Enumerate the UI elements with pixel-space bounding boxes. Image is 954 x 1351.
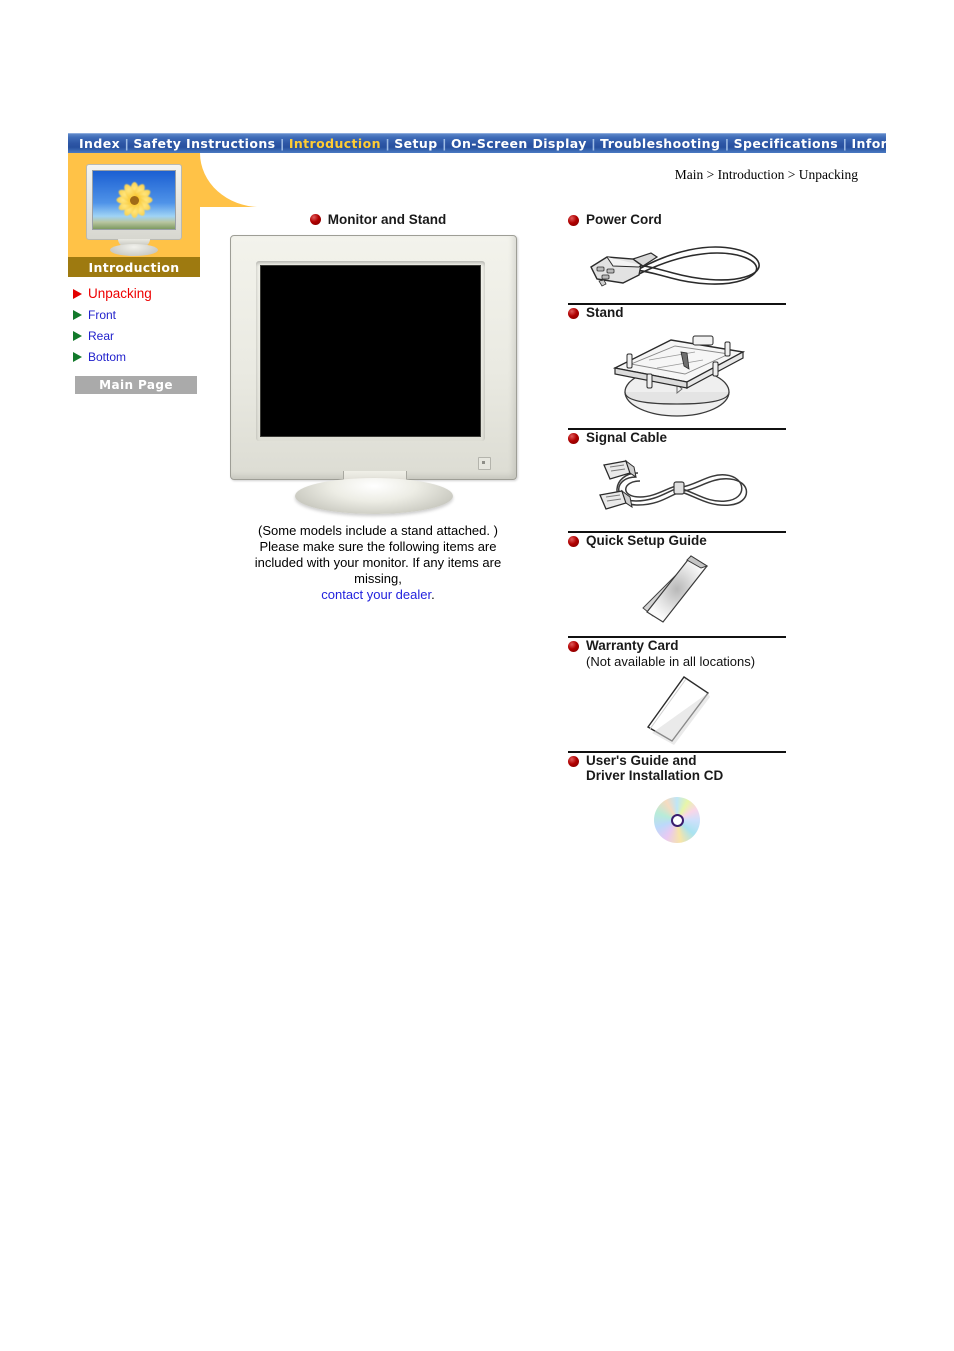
nav-item-on-screen-display[interactable]: On-Screen Display bbox=[446, 136, 592, 151]
sidebar-item-label: Bottom bbox=[88, 349, 127, 364]
unpacking-caption: (Some models include a stand attached. )… bbox=[228, 523, 528, 603]
sidebar-item-label: Front bbox=[88, 307, 117, 322]
arrow-right-icon bbox=[73, 330, 82, 341]
accessory-signal-cable: Signal Cable bbox=[568, 430, 786, 533]
main-navigation-bar: Index | Safety Instructions | Introducti… bbox=[68, 133, 938, 153]
nav-item-troubleshooting[interactable]: Troubleshooting bbox=[595, 136, 725, 151]
accessory-stand: Stand bbox=[568, 305, 786, 430]
crt-monitor-illustration bbox=[228, 235, 520, 514]
sidebar-item-label: Rear bbox=[88, 328, 115, 343]
caption-line-3: included with your monitor. If any items… bbox=[254, 555, 502, 570]
caption-line-5: contact your dealer. bbox=[228, 587, 528, 603]
caption-line-4: missing, bbox=[354, 571, 402, 586]
accessory-title: Warranty Card bbox=[586, 638, 679, 653]
accessory-title: Signal Cable bbox=[586, 430, 668, 445]
sidebar-item-unpacking[interactable]: Unpacking bbox=[73, 283, 200, 304]
accessory-heading: Warranty Card (Not available in all loca… bbox=[568, 638, 786, 669]
power-cord-icon bbox=[577, 233, 777, 295]
signal-cable-icon bbox=[592, 451, 762, 523]
tab-corner-curve bbox=[200, 153, 268, 207]
flower-center bbox=[129, 195, 139, 205]
accessory-users-guide-cd: User's Guide and Driver Installation CD bbox=[568, 753, 786, 843]
monitor-and-stand-section: Monitor and Stand (Some models include a… bbox=[228, 212, 528, 603]
sidebar-menu: Unpacking Front Rear Bottom Main Page bbox=[68, 283, 200, 394]
sidebar-thumbnail-tab bbox=[68, 153, 268, 257]
accessory-quick-setup-guide: Quick Setup Guide bbox=[568, 533, 786, 638]
bullet-icon bbox=[309, 214, 321, 225]
monitor-power-button-icon bbox=[478, 457, 491, 470]
sidebar: Introduction Unpacking Front Rear Bottom… bbox=[68, 153, 268, 394]
arrow-right-icon bbox=[73, 309, 82, 320]
monitor-screen bbox=[260, 265, 481, 437]
nav-item-specifications[interactable]: Specifications bbox=[729, 136, 843, 151]
caption-period: . bbox=[431, 587, 435, 602]
sidebar-item-label: Unpacking bbox=[88, 286, 152, 301]
accessory-power-cord: Power Cord bbox=[568, 212, 786, 305]
sidebar-section-label: Introduction bbox=[68, 257, 200, 277]
caption-line-2: Please make sure the following items are bbox=[259, 539, 497, 554]
card-icon bbox=[622, 671, 732, 747]
main-page-button[interactable]: Main Page bbox=[75, 376, 197, 394]
sidebar-item-bottom[interactable]: Bottom bbox=[73, 346, 200, 367]
monitor-stand-icon bbox=[597, 322, 757, 424]
accessory-title: Quick Setup Guide bbox=[586, 533, 707, 548]
monitor-base bbox=[295, 478, 453, 514]
arrow-right-icon bbox=[73, 288, 82, 299]
accessory-heading: Stand bbox=[568, 305, 786, 320]
accessories-list: Power Cord Stand Signal Cable Quick Setu… bbox=[568, 212, 786, 843]
bullet-icon bbox=[568, 756, 579, 767]
accessory-heading: Quick Setup Guide bbox=[568, 533, 786, 548]
cd-hole bbox=[670, 813, 684, 827]
accessory-heading: Signal Cable bbox=[568, 430, 786, 445]
accessory-title-line2: Driver Installation CD bbox=[586, 768, 724, 783]
thumbnail-screen bbox=[92, 170, 176, 230]
booklet-icon bbox=[617, 550, 737, 630]
bullet-icon bbox=[568, 308, 579, 319]
arrow-right-icon bbox=[73, 351, 82, 362]
monitor-and-stand-heading: Monitor and Stand bbox=[228, 212, 528, 227]
nav-item-introduction[interactable]: Introduction bbox=[284, 136, 386, 151]
accessory-heading: Power Cord bbox=[568, 212, 786, 227]
sidebar-item-front[interactable]: Front bbox=[73, 304, 200, 325]
accessory-heading: User's Guide and Driver Installation CD bbox=[568, 753, 786, 783]
contact-dealer-link[interactable]: contact your dealer bbox=[321, 587, 431, 602]
bullet-icon bbox=[568, 536, 579, 547]
accessory-title: Stand bbox=[586, 305, 624, 320]
bullet-icon bbox=[568, 641, 579, 652]
monitor-flower-thumbnail-icon bbox=[86, 164, 182, 240]
bullet-icon bbox=[568, 215, 579, 226]
section-title: Monitor and Stand bbox=[327, 212, 447, 227]
breadcrumb: Main > Introduction > Unpacking bbox=[674, 167, 858, 182]
nav-item-safety-instructions[interactable]: Safety Instructions bbox=[128, 136, 280, 151]
bullet-icon bbox=[568, 433, 579, 444]
sidebar-item-rear[interactable]: Rear bbox=[73, 325, 200, 346]
accessory-title: User's Guide and bbox=[586, 753, 697, 768]
accessory-warranty-card: Warranty Card (Not available in all loca… bbox=[568, 638, 786, 753]
thumbnail-monitor-base bbox=[110, 244, 158, 256]
nav-item-index[interactable]: Index bbox=[74, 136, 125, 151]
accessory-subtitle: (Not available in all locations) bbox=[586, 654, 756, 669]
cd-disc-icon bbox=[654, 797, 700, 843]
accessory-title: Power Cord bbox=[586, 212, 662, 227]
nav-item-setup[interactable]: Setup bbox=[389, 136, 442, 151]
caption-line-1: (Some models include a stand attached. ) bbox=[258, 523, 498, 538]
nav-item-information[interactable]: Information bbox=[847, 136, 944, 151]
